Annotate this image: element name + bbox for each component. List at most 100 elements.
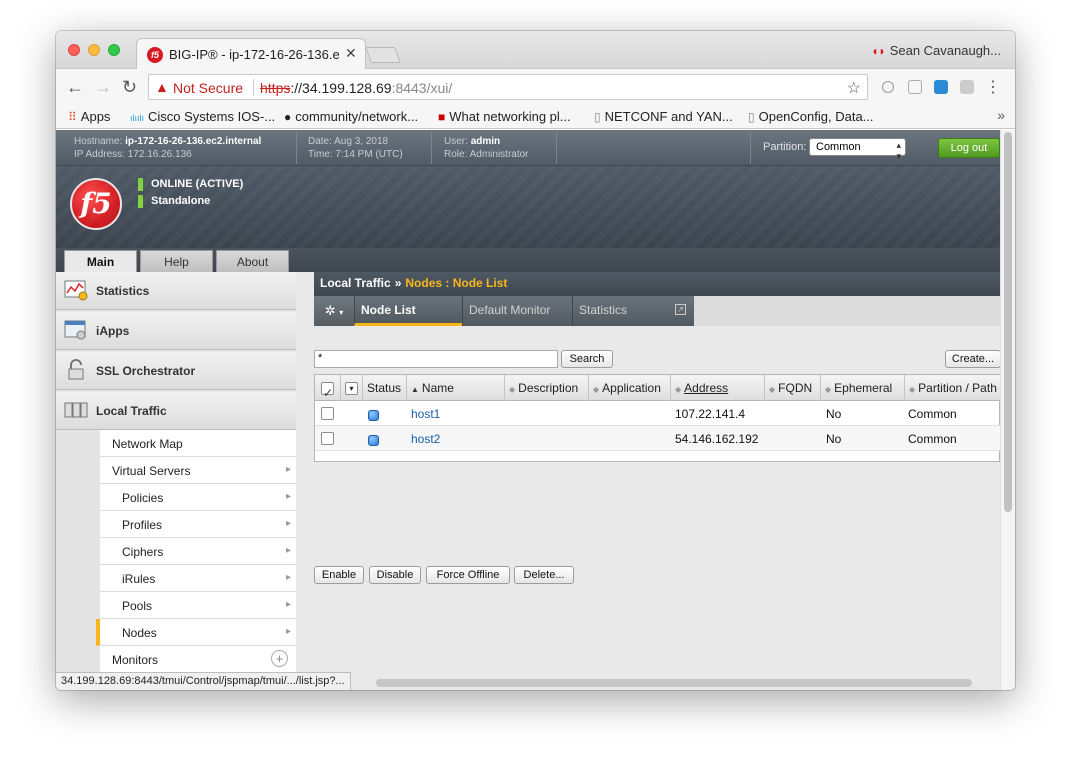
subtabs: ✲ ▾ Node List Default Monitor Statistics… xyxy=(314,296,1000,326)
subtab-node-list[interactable]: Node List xyxy=(354,296,462,326)
bookmark-cisco[interactable]: ılıılı Cisco Systems IOS-... xyxy=(130,109,275,124)
bookmark-redhat[interactable]: ■ What networking pl... xyxy=(438,109,571,124)
bookmark-label: community/network... xyxy=(295,109,419,124)
extension-box-icon[interactable] xyxy=(908,80,922,94)
sort-icon: ◆ xyxy=(509,385,516,394)
more-bookmarks-icon[interactable]: » xyxy=(997,107,1005,123)
browser-titlebar: f5 BIG-IP® - ip-172-16-26-136.ec2.intern… xyxy=(56,31,1015,70)
column-partition-path[interactable]: ◆ Partition / Path xyxy=(905,375,1000,401)
sort-icon: ◆ xyxy=(675,385,682,394)
bookmark-openconfig[interactable]: ▯ OpenConfig, Data... xyxy=(748,109,874,124)
tab-close-icon[interactable]: ✕ xyxy=(345,45,357,62)
gear-menu-button[interactable]: ✲ ▾ xyxy=(314,296,354,326)
profile-button[interactable]: ◖◗ Sean Cavanaugh... xyxy=(871,43,1001,58)
column-application[interactable]: ◆ Application xyxy=(589,375,671,401)
sidebar-item-ciphers[interactable]: Ciphers ▸ xyxy=(100,538,296,565)
column-description[interactable]: ◆ Description xyxy=(505,375,589,401)
address-bar[interactable]: ▲ Not Secure https://34.199.128.69:8443/… xyxy=(148,74,868,100)
sidebar-item-label: Profiles xyxy=(122,518,163,532)
create-button[interactable]: Create... xyxy=(945,350,1000,368)
status-filter-dropdown[interactable]: ▾ xyxy=(341,375,363,401)
column-label: Name xyxy=(421,381,454,395)
new-tab-button[interactable] xyxy=(365,47,401,63)
column-name[interactable]: ▲ Name xyxy=(407,375,505,401)
header-divider xyxy=(431,132,432,164)
horizontal-scrollbar[interactable] xyxy=(376,679,972,687)
sidebar-section-statistics[interactable]: Statistics xyxy=(56,272,296,310)
bookmark-star-icon[interactable]: ☆ xyxy=(847,78,861,98)
scrollbar-thumb[interactable] xyxy=(1004,132,1012,512)
sidebar-item-virtual-servers[interactable]: Virtual Servers ▸ xyxy=(100,457,296,484)
filter-input[interactable]: * xyxy=(314,350,558,368)
node-list-table: ▾ Status ▲Name ◆Description ◆Application… xyxy=(314,374,1000,462)
url-port-path: :8443/xui/ xyxy=(391,80,453,96)
logout-button[interactable]: Log out xyxy=(938,138,1000,158)
sidebar-item-irules[interactable]: iRules ▸ xyxy=(100,565,296,592)
sidebar-item-nodes[interactable]: Nodes ▸ xyxy=(96,619,296,646)
column-fqdn[interactable]: ◆ FQDN xyxy=(765,375,821,401)
sidebar-item-pools[interactable]: Pools ▸ xyxy=(100,592,296,619)
sidebar-item-label: Virtual Servers xyxy=(112,464,191,478)
sidebar-item-policies[interactable]: Policies ▸ xyxy=(100,484,296,511)
node-name-link[interactable]: host1 xyxy=(411,407,440,421)
browser-tab-bigip[interactable]: f5 BIG-IP® - ip-172-16-26-136.ec2.intern… xyxy=(136,38,366,70)
bookmark-apps[interactable]: ⠿ Apps xyxy=(68,109,110,124)
sidebar-item-network-map[interactable]: Network Map xyxy=(100,430,296,457)
partition-select[interactable]: Common ▴ ▾ xyxy=(809,138,906,161)
extension-calendar-icon[interactable] xyxy=(934,80,948,94)
subtab-statistics[interactable]: Statistics ↗ xyxy=(572,296,694,326)
tab-about[interactable]: About xyxy=(216,250,289,272)
role-value: Administrator xyxy=(469,149,529,160)
sidebar-section-iapps[interactable]: iApps xyxy=(56,312,296,350)
column-status[interactable]: Status xyxy=(363,375,407,401)
f5-favicon-icon: f5 xyxy=(147,47,163,63)
vertical-scrollbar[interactable] xyxy=(1000,130,1015,690)
node-partition: Common xyxy=(908,407,957,421)
user-value: admin xyxy=(470,136,501,147)
column-address[interactable]: ◆ Address xyxy=(671,375,765,401)
document-icon: ▯ xyxy=(748,110,755,124)
sidebar-item-profiles[interactable]: Profiles ▸ xyxy=(100,511,296,538)
close-window-button[interactable] xyxy=(68,44,80,56)
sidebar-section-ssl-orchestrator[interactable]: SSL Orchestrator xyxy=(56,352,296,390)
chevron-right-icon: ▸ xyxy=(285,626,291,637)
bookmark-netconf[interactable]: ▯ NETCONF and YAN... xyxy=(594,109,733,124)
extension-circle-icon[interactable] xyxy=(882,81,894,93)
delete-button[interactable]: Delete... xyxy=(514,566,574,584)
subtab-label: Statistics xyxy=(579,303,628,317)
row-checkbox[interactable] xyxy=(321,406,334,421)
back-arrow-icon[interactable]: ← xyxy=(66,77,84,98)
apps-grid-icon: ⠿ xyxy=(68,110,77,124)
column-ephemeral[interactable]: ◆ Ephemeral xyxy=(821,375,905,401)
column-label: Application xyxy=(602,381,661,395)
add-circle-icon[interactable]: + xyxy=(271,650,288,667)
bookmark-label: OpenConfig, Data... xyxy=(758,109,874,124)
bookmark-label: Apps xyxy=(80,109,111,124)
url-text[interactable]: https://34.199.128.69:8443/xui/ xyxy=(260,80,452,96)
row-checkbox[interactable] xyxy=(321,431,334,446)
reload-icon[interactable]: ↻ xyxy=(122,77,137,98)
chevron-right-icon: ▸ xyxy=(285,491,291,502)
browser-menu-icon[interactable]: ⋮ xyxy=(985,77,1001,97)
not-secure-label[interactable]: Not Secure xyxy=(173,80,243,96)
node-name-link[interactable]: host2 xyxy=(411,432,440,446)
search-button[interactable]: Search xyxy=(561,350,613,368)
date-value: Aug 3, 2018 xyxy=(334,136,389,147)
disable-button[interactable]: Disable xyxy=(369,566,421,584)
minimize-window-button[interactable] xyxy=(88,44,100,56)
tab-main[interactable]: Main xyxy=(64,250,137,273)
breadcrumb-root[interactable]: Local Traffic xyxy=(320,276,391,290)
sidebar-item-monitors[interactable]: Monitors + xyxy=(100,646,296,673)
subtab-default-monitor[interactable]: Default Monitor xyxy=(462,296,572,326)
zoom-window-button[interactable] xyxy=(108,44,120,56)
enable-button[interactable]: Enable xyxy=(314,566,364,584)
force-offline-button[interactable]: Force Offline xyxy=(426,566,510,584)
select-all-checkbox[interactable] xyxy=(315,375,341,406)
tab-help[interactable]: Help xyxy=(140,250,213,272)
column-label: Address xyxy=(684,381,729,395)
forward-arrow-icon[interactable]: → xyxy=(94,77,112,98)
extension-cisco-icon[interactable] xyxy=(960,80,974,94)
bookmark-github[interactable]: ● community/network... xyxy=(284,109,418,124)
hostname-label: Hostname: xyxy=(74,136,123,147)
sidebar-section-local-traffic[interactable]: Local Traffic xyxy=(56,392,296,430)
